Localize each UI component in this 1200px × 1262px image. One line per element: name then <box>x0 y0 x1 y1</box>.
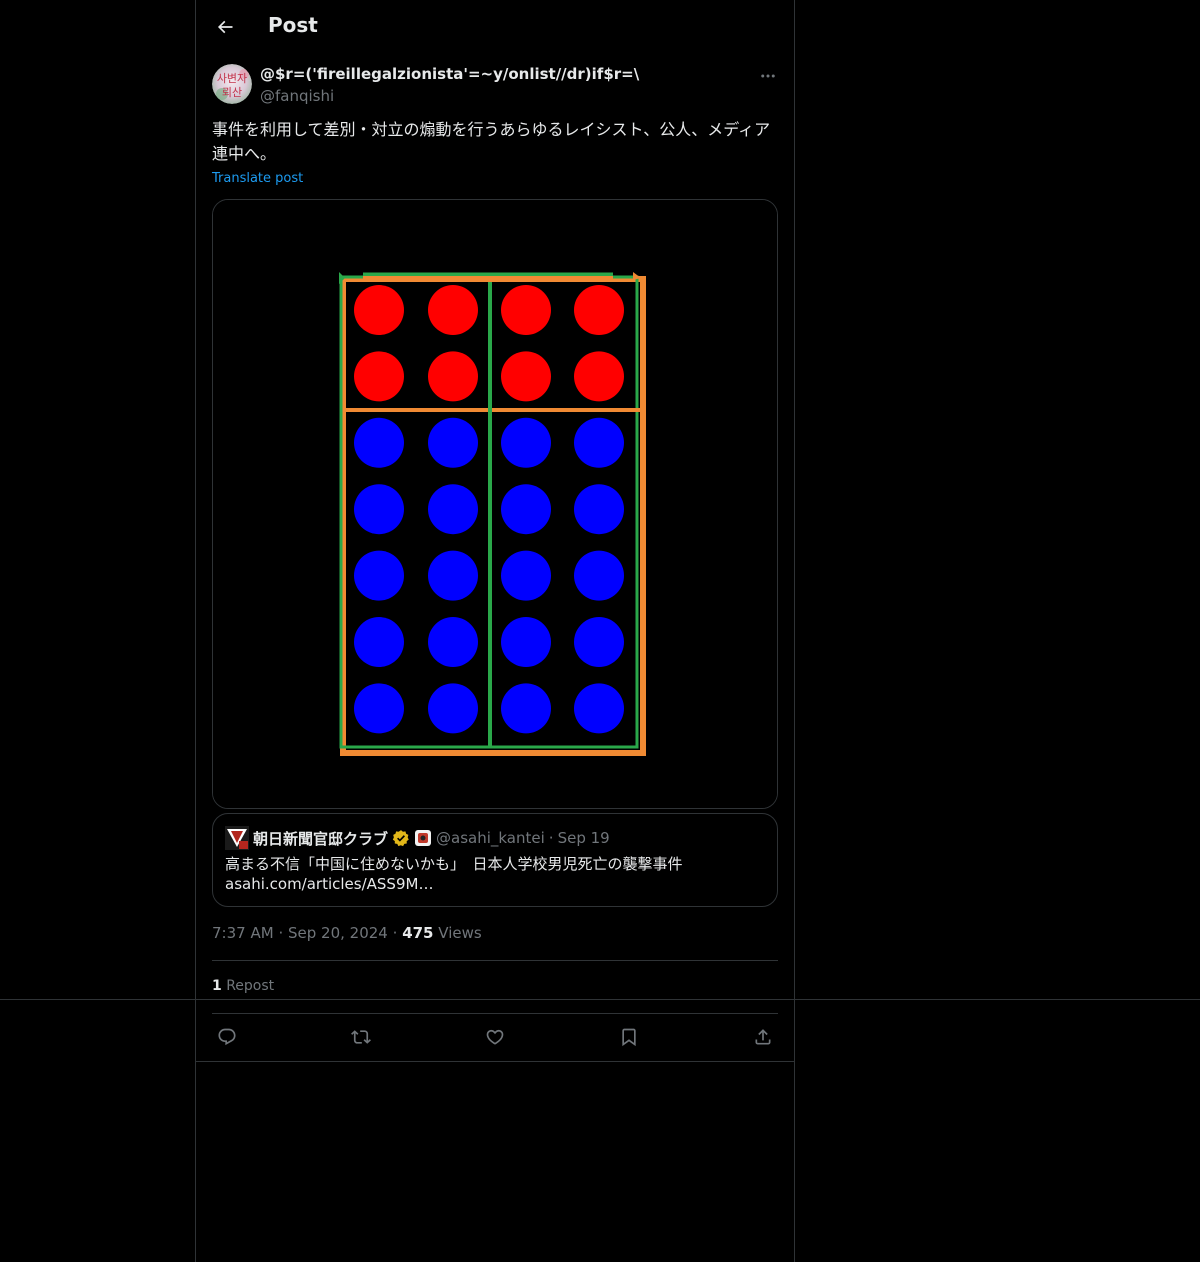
blue-dot <box>574 683 624 734</box>
meta-separator-2: · <box>392 924 398 942</box>
avatar-image: 사변자 뢰산 <box>212 64 252 104</box>
blue-dot <box>428 683 478 734</box>
repost-label: Repost <box>226 978 275 994</box>
blue-dot <box>501 417 551 468</box>
heart-icon <box>486 1029 504 1045</box>
quoted-post[interactable]: 朝日新聞官邸クラブ @asahi_kantei · Sep 19 高まる不信「中… <box>212 813 778 907</box>
media-image <box>213 200 777 808</box>
reposts-link[interactable]: 1 Repost <box>212 978 274 994</box>
share-button[interactable] <box>748 1024 778 1050</box>
share-icon <box>755 1029 771 1045</box>
blue-dot <box>574 417 624 468</box>
blue-dot <box>428 617 478 667</box>
arrow-left-icon <box>217 20 233 34</box>
quote-avatar-icon <box>225 826 249 850</box>
top-bar: Post <box>196 0 794 54</box>
post-column: Post 사변자 뢰산 @$r=('fireillegalzionista'=~… <box>195 0 795 1262</box>
quote-line-1: 高まる不信「中国に住めないかも」 日本人学校男児死亡の襲撃事件 <box>225 855 683 873</box>
red-dot <box>428 351 478 402</box>
avatar-text-2: 뢰산 <box>222 86 242 99</box>
blue-dot <box>574 617 624 667</box>
translate-post-link[interactable]: Translate post <box>212 171 303 186</box>
post-media[interactable] <box>212 199 778 809</box>
bookmark-button[interactable] <box>614 1024 644 1050</box>
quote-line-2: asahi.com/articles/ASS9M… <box>225 875 434 893</box>
repost-icon <box>351 1030 371 1044</box>
more-horizontal-icon <box>761 74 775 78</box>
blue-dot <box>354 550 404 601</box>
red-dot <box>354 351 404 402</box>
blue-dot <box>501 484 551 535</box>
avatar-text-1: 사변자 <box>217 72 247 85</box>
post-text: 事件を利用して差別・対立の煽動を行うあらゆるレイシスト、公人、メディア連中へ。 <box>212 120 771 163</box>
bookmark-icon <box>622 1028 636 1047</box>
separator <box>212 960 778 961</box>
quoted-post-header: 朝日新聞官邸クラブ @asahi_kantei · Sep 19 <box>225 826 610 850</box>
views-label: Views <box>438 924 482 942</box>
red-dot <box>354 285 404 335</box>
verified-badge-icon <box>392 830 409 847</box>
red-dot <box>428 285 478 335</box>
post-time[interactable]: 7:37 AM <box>212 924 274 942</box>
author-handle[interactable]: @fanqishi <box>260 87 334 105</box>
red-dot <box>574 285 624 335</box>
repost-button[interactable] <box>346 1024 376 1050</box>
blue-dot <box>501 550 551 601</box>
post-meta: 7:37 AM · Sep 20, 2024 · 475 Views <box>212 924 482 942</box>
like-button[interactable] <box>480 1024 510 1050</box>
blue-dot <box>354 484 404 535</box>
views-count: 475 <box>402 924 434 942</box>
blue-dot <box>354 683 404 734</box>
blue-dot <box>574 550 624 601</box>
quoted-post-text: 高まる不信「中国に住めないかも」 日本人学校男児死亡の襲撃事件 asahi.co… <box>225 854 765 894</box>
avatar[interactable]: 사변자 뢰산 <box>212 64 252 104</box>
blue-dot <box>428 484 478 535</box>
author-display-name[interactable]: @$r=('fireillegalzionista'=~y/onlist//dr… <box>260 65 639 83</box>
blue-dot <box>501 617 551 667</box>
blue-dot <box>354 417 404 468</box>
action-bar <box>196 1014 794 1061</box>
repost-count: 1 <box>212 978 222 994</box>
affiliate-badge-icon <box>415 830 432 846</box>
post-date[interactable]: Sep 20, 2024 <box>288 924 388 942</box>
meta-separator-1: · <box>278 924 284 942</box>
quote-author-name: 朝日新聞官邸クラブ <box>253 829 389 848</box>
reply-icon <box>218 1028 236 1046</box>
separator <box>196 1061 794 1062</box>
quote-date: Sep 19 <box>557 829 610 847</box>
page-title: Post <box>268 13 318 37</box>
back-button[interactable] <box>208 10 242 44</box>
blue-dot <box>354 617 404 667</box>
blue-dot <box>501 683 551 734</box>
more-options-button[interactable] <box>756 64 780 88</box>
reply-button[interactable] <box>212 1024 242 1050</box>
red-dot <box>501 285 551 335</box>
blue-dot <box>574 484 624 535</box>
blue-dot <box>428 417 478 468</box>
quote-separator: · <box>548 829 554 847</box>
quote-author-handle: @asahi_kantei <box>436 829 545 847</box>
red-dot <box>574 351 624 402</box>
red-dot <box>501 351 551 402</box>
blue-dot <box>428 550 478 601</box>
